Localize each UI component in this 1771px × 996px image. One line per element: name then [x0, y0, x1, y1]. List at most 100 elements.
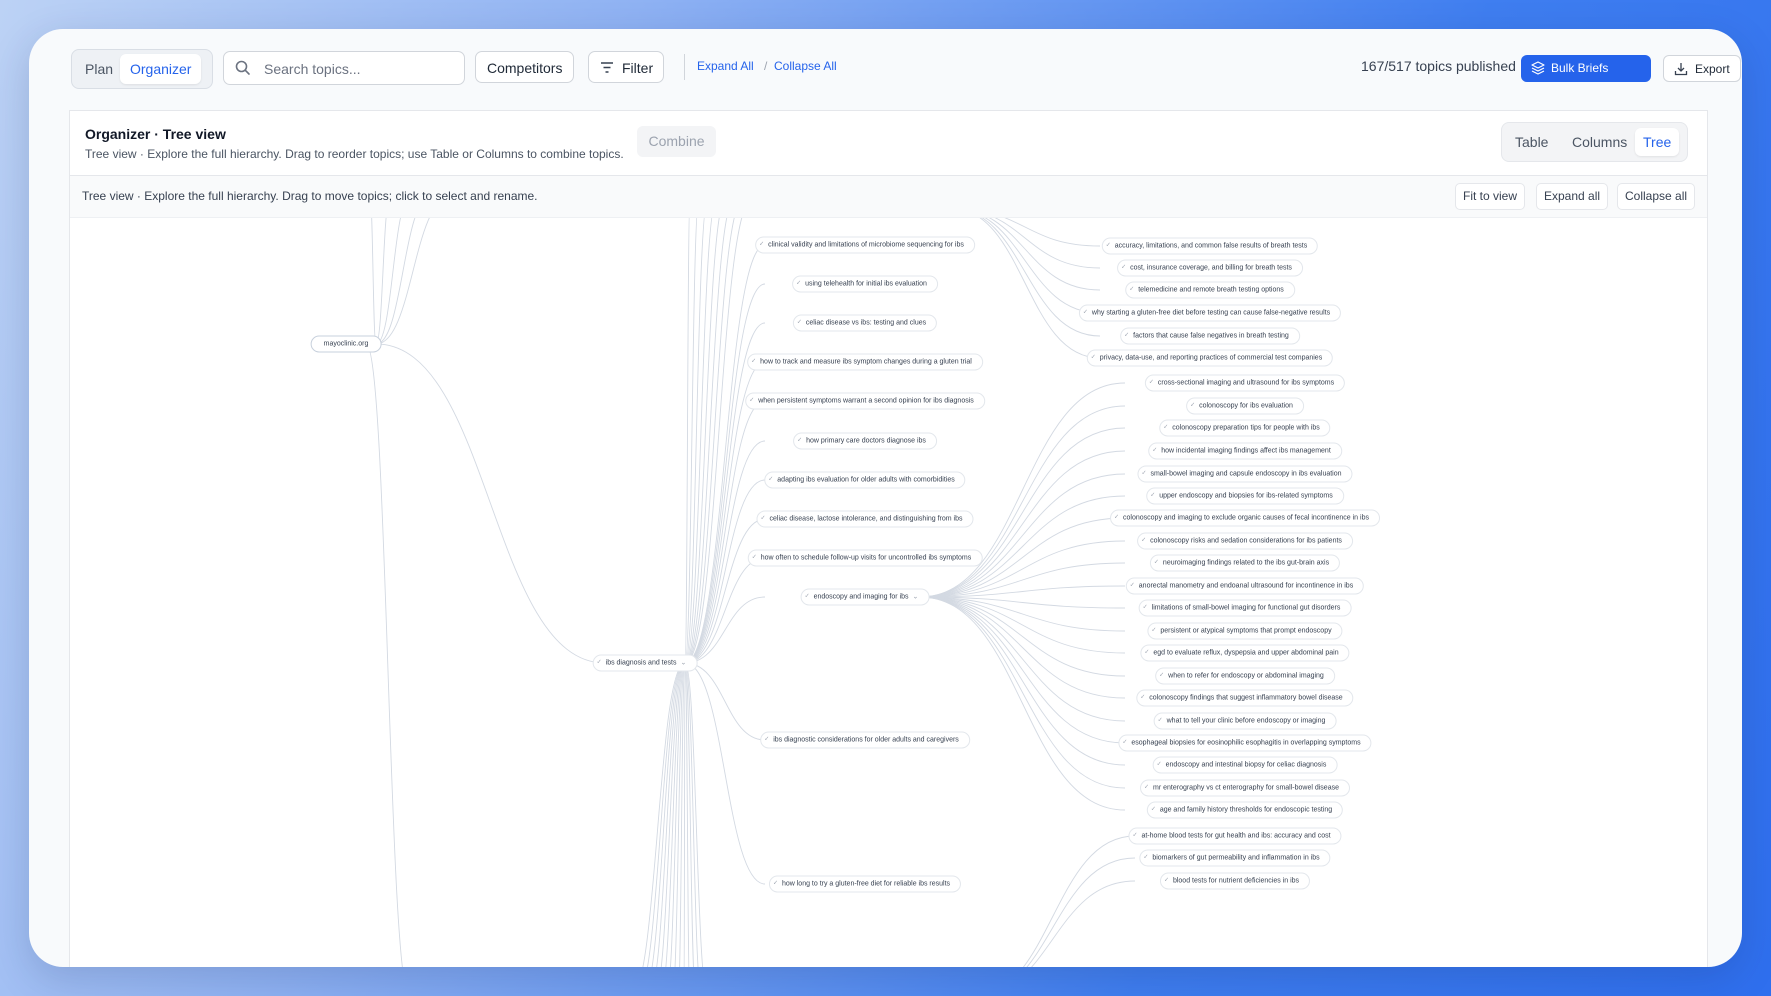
tree-node[interactable]: ibs diagnostic considerations for older … — [760, 731, 970, 749]
search-box[interactable] — [223, 51, 465, 85]
tree-edge — [375, 218, 401, 345]
tree-node[interactable]: anorectal manometry and endoanal ultraso… — [1125, 577, 1365, 595]
tree-node[interactable]: factors that cause false negatives in br… — [1120, 327, 1300, 345]
tree-node[interactable]: how to track and measure ibs symptom cha… — [747, 353, 983, 371]
tree-node[interactable]: adapting ibs evaluation for older adults… — [764, 471, 966, 489]
tab-organizer[interactable]: Organizer — [120, 54, 202, 84]
link-separator: / — [764, 59, 768, 73]
tree-node[interactable]: celiac disease, lactose intolerance, and… — [756, 510, 974, 528]
fit-to-view-button[interactable]: Fit to view — [1455, 183, 1526, 210]
expand-all-button[interactable]: Expand all — [1536, 183, 1609, 210]
view-switch: Table Columns Tree — [1501, 122, 1688, 162]
search-input[interactable] — [262, 57, 456, 81]
tree-node-label: celiac disease, lactose intolerance, and… — [769, 515, 963, 523]
tree-edge — [683, 662, 686, 967]
tree-node[interactable]: blood tests for nutrient deficiencies in… — [1159, 872, 1311, 890]
collapse-all-button[interactable]: Collapse all — [1617, 183, 1696, 210]
tree-node-label: adapting ibs evaluation for older adults… — [777, 476, 955, 484]
combine-button[interactable]: Combine — [637, 126, 716, 157]
tree-node[interactable]: how primary care doctors diagnose ibs — [793, 432, 937, 450]
tree-edge — [375, 343, 606, 664]
tree-node[interactable]: how incidental imaging findings affect i… — [1148, 442, 1342, 460]
tree-node[interactable]: endoscopy and intestinal biopsy for celi… — [1152, 756, 1338, 774]
bulk-briefs-button[interactable]: Bulk Briefs — [1521, 55, 1651, 82]
tree-node[interactable]: age and family history thresholds for en… — [1146, 801, 1344, 819]
chevron-down-icon[interactable]: ⌄ — [913, 594, 919, 601]
tree-node-label: mr enterography vs ct enterography for s… — [1153, 784, 1339, 792]
tree-node[interactable]: biomarkers of gut permeability and infla… — [1139, 849, 1331, 867]
tree-node-label: limitations of small-bowel imaging for f… — [1151, 604, 1341, 612]
search-icon — [235, 60, 250, 75]
tree-node[interactable]: colonoscopy preparation tips for people … — [1159, 419, 1331, 437]
layers-icon — [1531, 61, 1545, 75]
tab-table[interactable]: Table — [1507, 128, 1556, 156]
published-status: 167/517 topics published — [1361, 58, 1516, 74]
tree-node[interactable]: colonoscopy risks and sedation considera… — [1137, 532, 1353, 550]
panel-header: Organizer · Tree view Tree view · Explor… — [70, 111, 1707, 176]
tree-node[interactable]: how often to schedule follow-up visits f… — [747, 549, 983, 567]
tab-plan[interactable]: Plan — [75, 54, 123, 84]
tab-tree[interactable]: Tree — [1635, 128, 1680, 156]
mode-switch: Plan Organizer — [71, 49, 213, 89]
tree-node-label: how long to try a gluten-free diet for r… — [781, 880, 951, 888]
tree-node[interactable]: neuroimaging findings related to the ibs… — [1149, 554, 1341, 572]
tree-node[interactable]: privacy, data-use, and reporting practic… — [1086, 349, 1334, 367]
tree-node-label: why starting a gluten-free diet before t… — [1091, 309, 1331, 317]
tree-node[interactable]: using telehealth for initial ibs evaluat… — [792, 275, 938, 293]
tree-node[interactable]: colonoscopy findings that suggest inflam… — [1136, 689, 1354, 707]
expand-all-link[interactable]: Expand All — [697, 59, 754, 73]
tree-edge — [919, 473, 1126, 598]
tree-canvas[interactable]: mayoclinic.orgibs diagnosis and tests⌄cl… — [70, 218, 1707, 967]
tree-edge — [919, 596, 1126, 654]
tree-node-label: clinical validity and limitations of mic… — [768, 241, 964, 249]
tree-node[interactable]: when persistent symptoms warrant a secon… — [745, 392, 985, 410]
tree-node[interactable]: colonoscopy for ibs evaluation — [1186, 397, 1304, 415]
tree-node[interactable]: cross-sectional imaging and ultrasound f… — [1144, 374, 1346, 392]
collapse-all-link[interactable]: Collapse All — [774, 59, 837, 73]
export-button[interactable]: Export — [1663, 55, 1741, 82]
tree-node[interactable]: clinical validity and limitations of mic… — [755, 236, 975, 254]
tree-node[interactable]: ibs diagnosis and tests⌄ — [592, 654, 698, 672]
competitors-button[interactable]: Competitors — [475, 51, 575, 83]
tree-node-label: ibs diagnostic considerations for older … — [773, 736, 959, 744]
tree-edge — [375, 218, 387, 345]
tree-node[interactable]: mr enterography vs ct enterography for s… — [1140, 779, 1350, 797]
tree-node[interactable]: mayoclinic.org — [310, 335, 382, 353]
tree-node-label: accuracy, limitations, and common false … — [1114, 242, 1308, 250]
tree-node[interactable]: why starting a gluten-free diet before t… — [1078, 304, 1342, 322]
tree-node[interactable]: what to tell your clinic before endoscop… — [1153, 712, 1337, 730]
tree-edge — [684, 479, 766, 664]
panel-title: Organizer · Tree view — [85, 126, 226, 142]
panel-subtitle: Tree view · Explore the full hierarchy. … — [85, 147, 624, 161]
tree-node[interactable]: colonoscopy and imaging to exclude organ… — [1110, 509, 1380, 527]
tree-node[interactable]: small-bowel imaging and capsule endoscop… — [1137, 465, 1353, 483]
tree-node[interactable]: egd to evaluate reflux, dyspepsia and up… — [1140, 644, 1350, 662]
tree-node-label: how to track and measure ibs symptom cha… — [760, 358, 972, 366]
tree-node[interactable]: limitations of small-bowel imaging for f… — [1138, 599, 1352, 617]
tree-node[interactable]: esophageal biopsies for eosinophilic eso… — [1118, 734, 1372, 752]
tree-node-label: endoscopy and imaging for ibs — [813, 593, 909, 601]
tree-node-label: colonoscopy risks and sedation considera… — [1150, 537, 1342, 545]
tree-edge — [371, 218, 377, 345]
tree-node-label: ibs diagnosis and tests — [605, 659, 677, 667]
tree-node-label: persistent or atypical symptoms that pro… — [1160, 627, 1332, 635]
top-toolbar: Plan Organizer Competitors Filter Expand… — [29, 29, 1742, 109]
tab-columns[interactable]: Columns — [1564, 128, 1635, 156]
filter-button[interactable]: Filter — [588, 51, 664, 83]
chevron-down-icon[interactable]: ⌄ — [680, 660, 686, 667]
tree-node[interactable]: accuracy, limitations, and common false … — [1101, 237, 1319, 255]
tree-node-label: cross-sectional imaging and ultrasound f… — [1157, 379, 1335, 387]
tree-node-label: small-bowel imaging and capsule endoscop… — [1150, 470, 1342, 478]
tree-node[interactable]: cost, insurance coverage, and billing fo… — [1117, 259, 1303, 277]
tree-node[interactable]: persistent or atypical symptoms that pro… — [1147, 622, 1343, 640]
tree-node[interactable]: upper endoscopy and biopsies for ibs-rel… — [1146, 487, 1344, 505]
tree-node[interactable]: when to refer for endoscopy or abdominal… — [1155, 667, 1335, 685]
tree-node[interactable]: celiac disease vs ibs: testing and clues — [792, 314, 938, 332]
tree-edge — [684, 322, 766, 664]
tree-node-label: factors that cause false negatives in br… — [1133, 332, 1289, 340]
tree-node[interactable]: how long to try a gluten-free diet for r… — [768, 875, 962, 893]
tree-edge — [919, 596, 1126, 677]
tree-node[interactable]: at-home blood tests for gut health and i… — [1128, 827, 1342, 845]
tree-node[interactable]: telemedicine and remote breath testing o… — [1125, 281, 1295, 299]
tree-node[interactable]: endoscopy and imaging for ibs ⌄ — [800, 588, 930, 606]
